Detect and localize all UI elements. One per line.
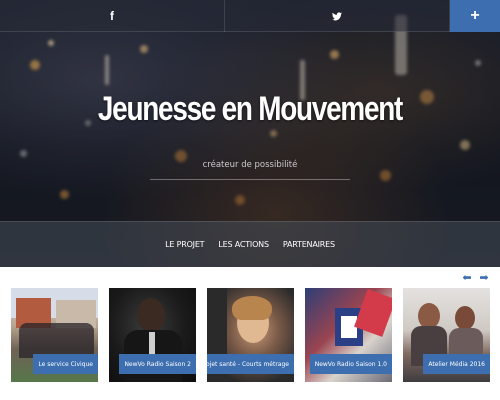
twitter-link[interactable] bbox=[225, 0, 450, 32]
carousel: Le service Civique NewVo Radio Saison 2 … bbox=[11, 288, 491, 382]
arrow-right-icon[interactable]: ➡ bbox=[478, 273, 490, 284]
facebook-link[interactable]: f bbox=[0, 0, 225, 32]
main-nav: LE PROJET LES ACTIONS PARTENAIRES bbox=[0, 221, 500, 267]
site-tagline: créateur de possibilité bbox=[202, 160, 298, 170]
carousel-card[interactable]: Le service Civique bbox=[11, 288, 98, 382]
card-caption: NewVo Radio Saison 1.0 bbox=[309, 354, 392, 374]
card-caption: Le service Civique bbox=[33, 354, 98, 374]
plus-button[interactable]: + bbox=[450, 0, 500, 32]
card-caption: Projet santé - Courts métrage bbox=[207, 354, 294, 374]
nav-item-les-actions[interactable]: LES ACTIONS bbox=[218, 240, 269, 249]
card-image-hair bbox=[232, 296, 272, 320]
arrow-left-icon[interactable]: ⬅ bbox=[461, 273, 473, 284]
carousel-card[interactable]: NewVo Radio Saison 2 bbox=[109, 288, 196, 382]
plus-icon: + bbox=[470, 7, 480, 24]
carousel-card[interactable]: Projet santé - Courts métrage bbox=[207, 288, 294, 382]
carousel-card[interactable]: NewVo Radio Saison 1.0 bbox=[305, 288, 392, 382]
card-image-person bbox=[455, 306, 475, 330]
twitter-icon bbox=[332, 11, 342, 20]
nav-item-le-projet[interactable]: LE PROJET bbox=[165, 240, 204, 249]
site-title: Jeunesse en Mouvement bbox=[97, 90, 403, 128]
card-caption: Atelier Média 2016 bbox=[423, 354, 490, 374]
card-caption: NewVo Radio Saison 2 bbox=[119, 354, 196, 374]
carousel-card[interactable]: Atelier Média 2016 bbox=[403, 288, 490, 382]
card-image-person bbox=[137, 298, 165, 332]
social-bar: f + bbox=[0, 0, 500, 32]
tagline-divider bbox=[150, 179, 350, 180]
carousel-controls: ⬅ ➡ bbox=[461, 273, 490, 284]
card-image-group bbox=[19, 323, 94, 358]
nav-item-partenaires[interactable]: PARTENAIRES bbox=[283, 240, 335, 249]
facebook-icon: f bbox=[110, 9, 114, 23]
hero-banner: f + Jeunesse en Mouvement créateur de po… bbox=[0, 0, 500, 267]
